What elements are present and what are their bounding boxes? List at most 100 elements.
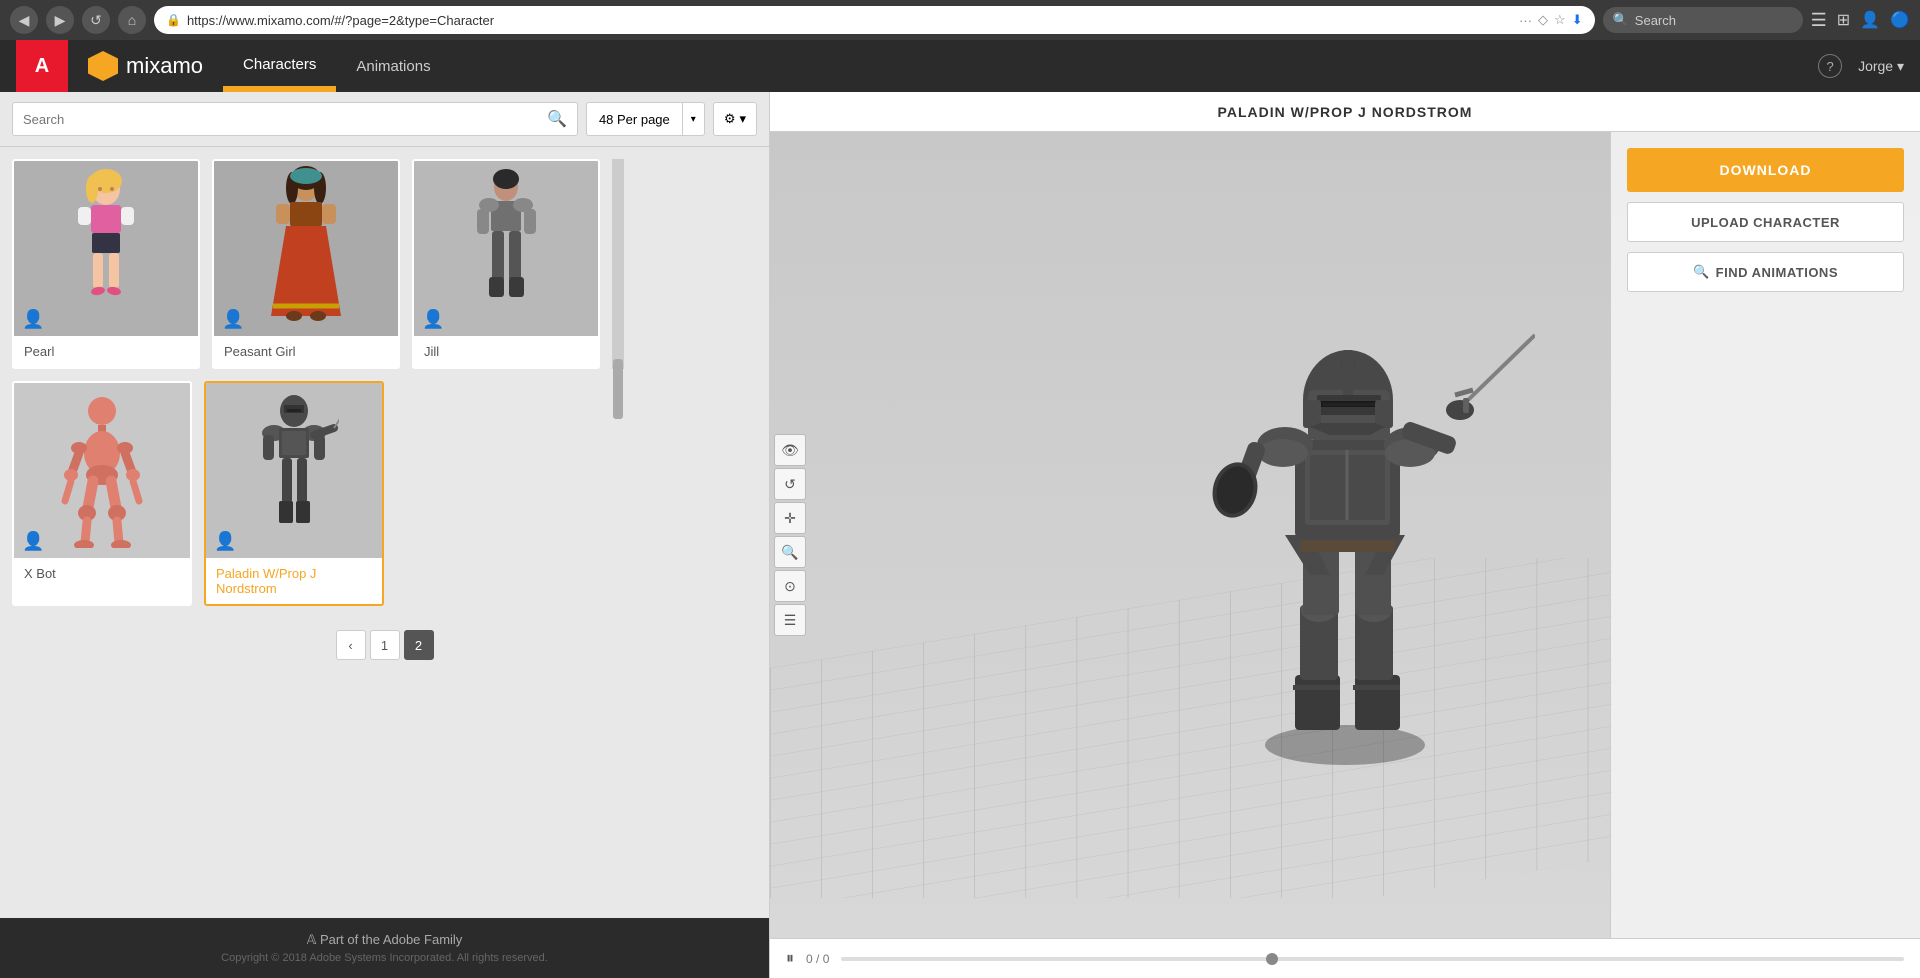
bookmark-icon: ◇ — [1538, 12, 1548, 28]
prev-page-button[interactable]: ‹ — [336, 630, 366, 660]
character-thumbnail-xbot: 👤 — [14, 383, 190, 558]
action-panel: DOWNLOAD UPLOAD CHARACTER 🔍 FIND ANIMATI… — [1610, 132, 1920, 938]
playback-bar: ⏸ 0 / 0 — [770, 938, 1920, 978]
paladin-3d-figure — [1155, 295, 1535, 775]
browser-search-placeholder: Search — [1635, 13, 1676, 28]
viewer-tool-zoom[interactable]: 🔍 — [774, 536, 806, 568]
user-menu[interactable]: Jorge ▾ — [1858, 58, 1904, 75]
viewer-tool-eye[interactable]: 👁 — [774, 434, 806, 466]
paladin-small-figure — [249, 393, 339, 548]
character-name-jill: Jill — [414, 336, 598, 367]
lock-icon: 🔒 — [166, 13, 181, 27]
settings-button[interactable]: ⚙ ▾ — [713, 102, 757, 136]
main-layout: 🔍 48 Per page ▾ ⚙ ▾ — [0, 92, 1920, 978]
mixamo-brand-name: mixamo — [126, 53, 203, 79]
page-2-button[interactable]: 2 — [404, 630, 434, 660]
mixamo-hex-icon — [88, 51, 118, 81]
size-icon-xbot: 👤 — [22, 531, 44, 552]
find-animations-button[interactable]: 🔍 FIND ANIMATIONS — [1627, 252, 1904, 292]
search-icon-find: 🔍 — [1693, 264, 1710, 280]
pause-button[interactable]: ⏸ — [786, 950, 794, 968]
download-button[interactable]: DOWNLOAD — [1627, 148, 1904, 192]
size-icon-jill: 👤 — [422, 309, 444, 330]
pagination-bar: ‹ 1 2 — [12, 618, 757, 672]
refresh-button[interactable]: ↺ — [82, 6, 110, 34]
jill-figure — [459, 169, 554, 329]
viewer-side-toolbar: 👁 ↺ ✛ 🔍 ⊙ ☰ — [770, 430, 810, 640]
viewer-title: PALADIN W/PROP J NORDSTROM — [1218, 104, 1473, 120]
url-bar[interactable]: 🔒 https://www.mixamo.com/#/?page=2&type=… — [154, 6, 1595, 34]
search-box[interactable]: 🔍 — [12, 102, 578, 136]
grid-row-1: 👤 Pearl — [12, 159, 757, 369]
star-icon: ☆ — [1554, 12, 1566, 28]
paladin-3d-svg — [1155, 295, 1535, 775]
tabs-icon[interactable]: ⊞ — [1837, 10, 1850, 30]
character-name-paladin: Paladin W/Prop J Nordstrom — [206, 558, 382, 604]
per-page-button[interactable]: 48 Per page — [586, 102, 682, 136]
per-page-dropdown-arrow[interactable]: ▾ — [682, 102, 705, 136]
page-1-button[interactable]: 1 — [370, 630, 400, 660]
mixamo-logo: mixamo — [68, 51, 223, 81]
viewer-tool-move[interactable]: ✛ — [774, 502, 806, 534]
extension-icon[interactable]: 🔵 — [1890, 10, 1910, 30]
viewer-tool-menu[interactable]: ☰ — [774, 604, 806, 636]
timeline-slider[interactable] — [841, 957, 1904, 961]
browser-search-bar[interactable]: 🔍 Search — [1603, 7, 1803, 33]
browser-chrome: ◀ ▶ ↺ ⌂ 🔒 https://www.mixamo.com/#/?page… — [0, 0, 1920, 40]
left-footer: 𝔸 Part of the Adobe Family Copyright © 2… — [0, 918, 769, 978]
character-thumbnail-pearl: 👤 — [14, 161, 198, 336]
profile-icon[interactable]: 👤 — [1860, 10, 1880, 30]
upload-character-button[interactable]: UPLOAD CHARACTER — [1627, 202, 1904, 242]
footer-logo: 𝔸 Part of the Adobe Family — [14, 932, 755, 948]
size-icon-pearl: 👤 — [22, 309, 44, 330]
character-thumbnail-peasant: 👤 — [214, 161, 398, 336]
gear-icon: ⚙ — [724, 111, 736, 127]
adobe-logo: A — [16, 40, 68, 92]
character-card-pearl[interactable]: 👤 Pearl — [12, 159, 200, 369]
nav-tabs: Characters Animations — [223, 40, 451, 92]
app-header: A mixamo Characters Animations ? Jorge ▾ — [0, 40, 1920, 92]
scroll-thumb[interactable] — [613, 359, 623, 419]
back-button[interactable]: ◀ — [10, 6, 38, 34]
settings-dropdown-arrow: ▾ — [739, 111, 746, 127]
footer-copyright: Copyright © 2018 Adobe Systems Incorpora… — [14, 952, 755, 964]
characters-grid: 👤 Pearl — [0, 147, 769, 918]
character-card-jill[interactable]: 👤 Jill — [412, 159, 600, 369]
menu-icon[interactable]: ☰ — [1811, 10, 1827, 31]
size-icon-paladin: 👤 — [214, 531, 236, 552]
nav-tab-animations[interactable]: Animations — [336, 40, 450, 92]
browser-right-icons: ☰ ⊞ 👤 🔵 — [1811, 10, 1910, 31]
character-card-peasant[interactable]: 👤 Peasant Girl — [212, 159, 400, 369]
right-panel: PALADIN W/PROP J NORDSTROM — [770, 92, 1920, 978]
search-input[interactable] — [23, 112, 541, 127]
url-text: https://www.mixamo.com/#/?page=2&type=Ch… — [187, 13, 1513, 28]
viewer-tool-rotate[interactable]: ↺ — [774, 468, 806, 500]
character-name-xbot: X Bot — [14, 558, 190, 589]
character-thumbnail-paladin: 👤 — [206, 383, 382, 558]
overflow-icon: ··· — [1519, 13, 1532, 28]
search-icon: 🔍 — [547, 109, 567, 129]
viewer-3d[interactable]: 👁 ↺ ✛ 🔍 ⊙ ☰ DOWNLOAD UPLOAD CHARACTER 🔍 … — [770, 132, 1920, 938]
grid-row-2: 👤 X Bot — [12, 381, 757, 606]
viewer-tool-focus[interactable]: ⊙ — [774, 570, 806, 602]
viewer-header: PALADIN W/PROP J NORDSTROM — [770, 92, 1920, 132]
download-icon: ⬇ — [1572, 12, 1583, 28]
header-right: ? Jorge ▾ — [1818, 54, 1904, 78]
time-display: 0 / 0 — [806, 952, 829, 966]
timeline-handle[interactable] — [1266, 953, 1278, 965]
character-name-pearl: Pearl — [14, 336, 198, 367]
size-icon-peasant: 👤 — [222, 309, 244, 330]
left-panel-toolbar: 🔍 48 Per page ▾ ⚙ ▾ — [0, 92, 769, 147]
scroll-indicator[interactable] — [612, 159, 624, 369]
peasant-figure — [256, 166, 356, 331]
character-card-paladin[interactable]: 👤 Paladin W/Prop J Nordstrom — [204, 381, 384, 606]
home-button[interactable]: ⌂ — [118, 6, 146, 34]
help-button[interactable]: ? — [1818, 54, 1842, 78]
forward-button[interactable]: ▶ — [46, 6, 74, 34]
nav-tab-characters[interactable]: Characters — [223, 40, 336, 92]
per-page-select[interactable]: 48 Per page ▾ — [586, 102, 705, 136]
character-thumbnail-jill: 👤 — [414, 161, 598, 336]
character-card-xbot[interactable]: 👤 X Bot — [12, 381, 192, 606]
search-icon: 🔍 — [1613, 12, 1629, 28]
xbot-figure — [57, 393, 147, 548]
